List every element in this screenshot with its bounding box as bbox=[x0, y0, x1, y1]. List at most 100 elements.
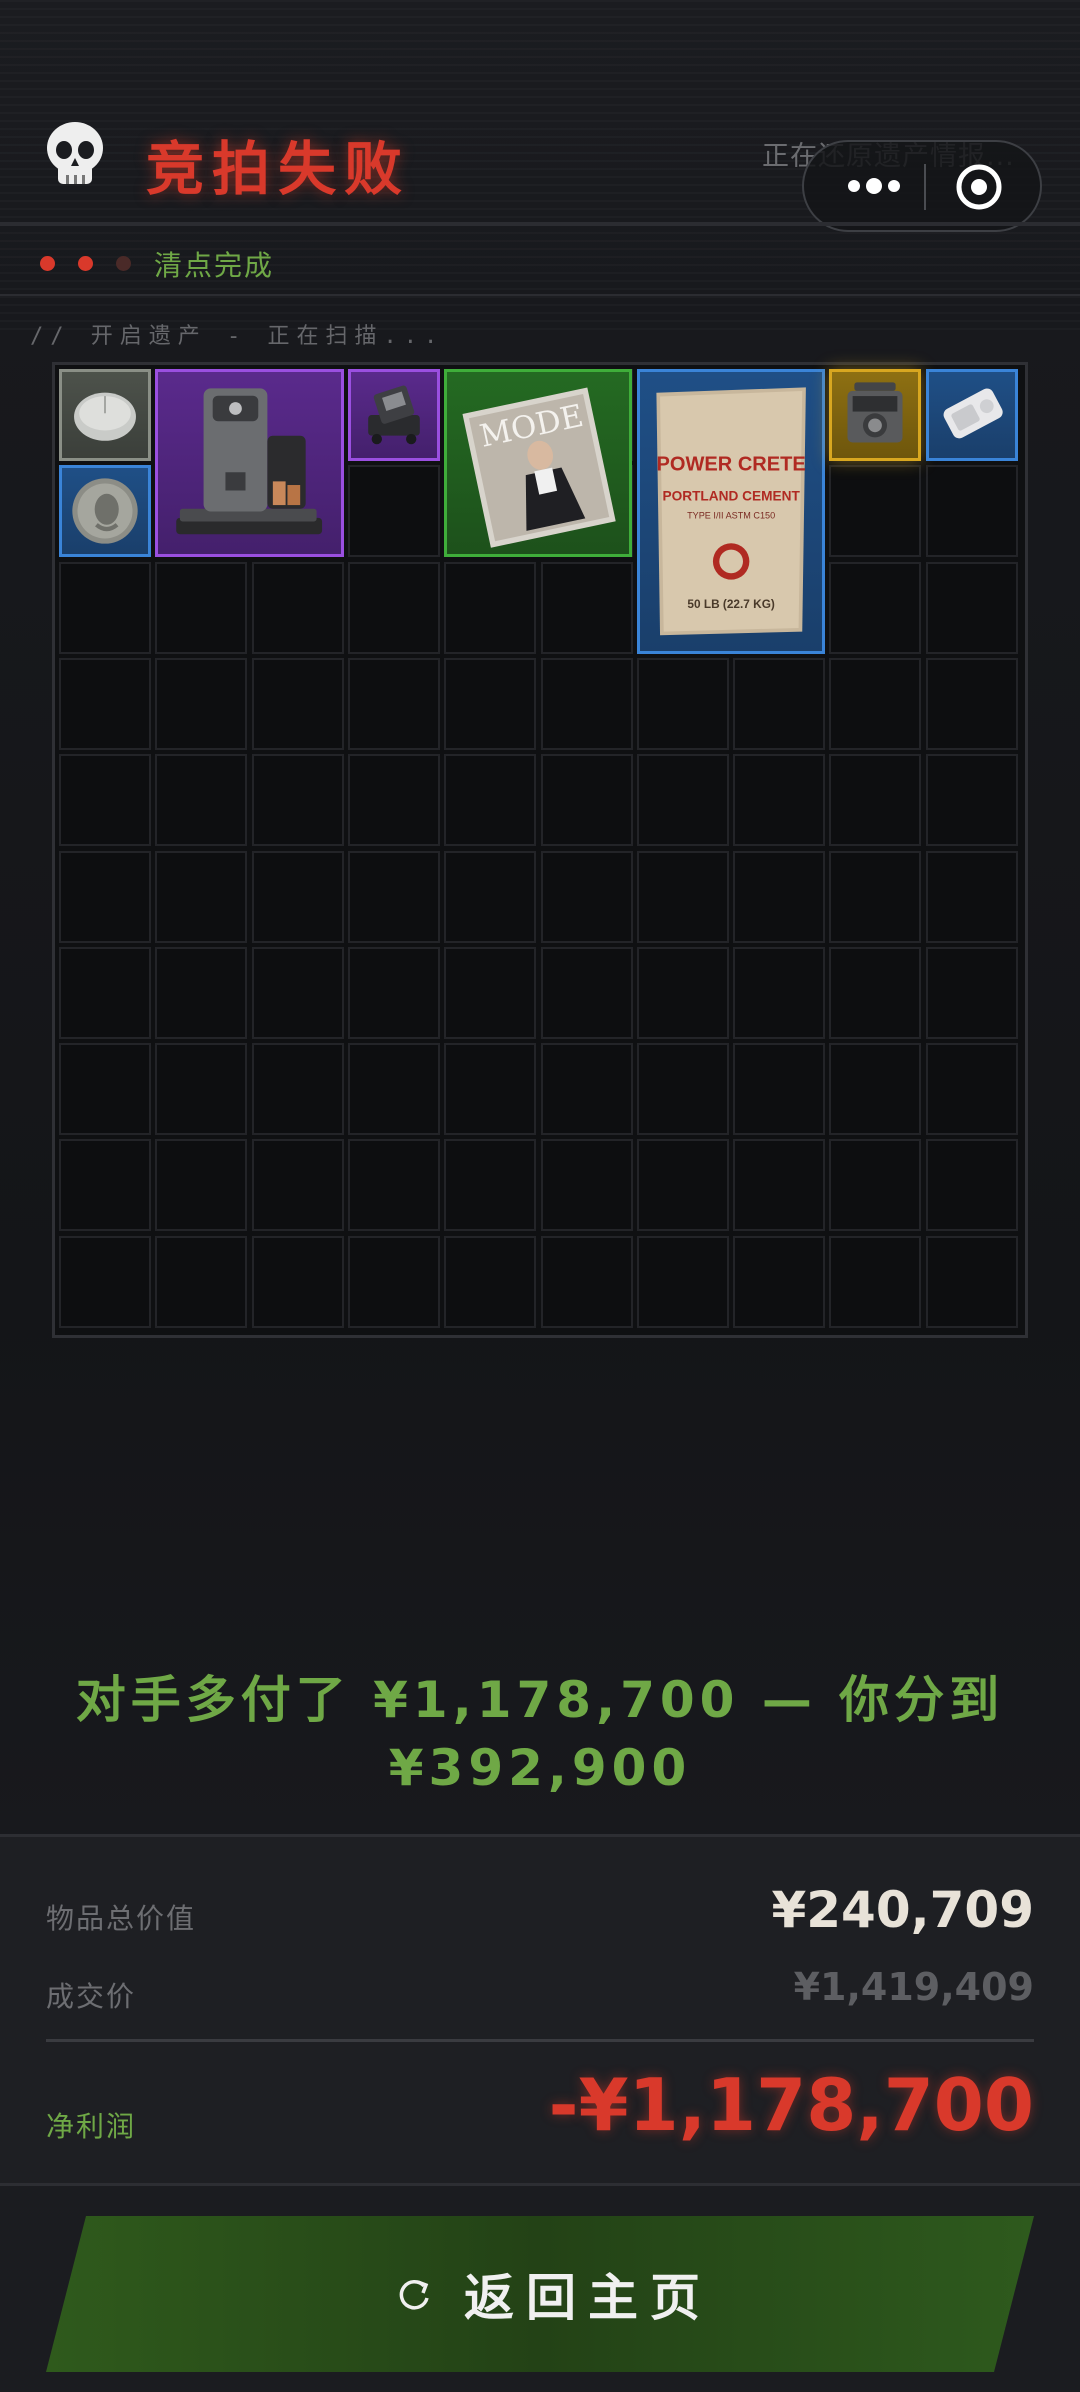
refresh-icon bbox=[399, 2280, 429, 2310]
grid-cell bbox=[540, 946, 633, 1039]
grid-cell bbox=[59, 850, 151, 943]
net-profit: -¥1,178,700 bbox=[548, 2063, 1034, 2147]
more-dots-icon[interactable] bbox=[832, 164, 916, 208]
grid-cell bbox=[829, 1139, 922, 1232]
grid-cell bbox=[925, 465, 1018, 558]
grid-cell bbox=[347, 1043, 440, 1136]
coffee-machine-icon bbox=[176, 388, 323, 535]
status-text: 清点完成 bbox=[154, 249, 275, 282]
grid-cell bbox=[733, 657, 826, 750]
summary-divider bbox=[46, 2039, 1034, 2042]
loot-item-gadget[interactable] bbox=[347, 369, 440, 461]
total-value-label: 物品总价值 bbox=[46, 1902, 197, 1935]
svg-text:TYPE I/II ASTM C150: TYPE I/II ASTM C150 bbox=[687, 511, 775, 521]
grid-cell bbox=[540, 1139, 633, 1232]
grid-cell bbox=[829, 754, 922, 847]
grid-cell bbox=[251, 1235, 344, 1328]
device-icon bbox=[943, 388, 1003, 439]
header-divider bbox=[0, 222, 1080, 226]
result-message: 对手多付了 ¥1,178,700 — 你分到 ¥392,900 bbox=[0, 1666, 1080, 1802]
grid-cell bbox=[155, 1139, 248, 1232]
grid-cell bbox=[829, 946, 922, 1039]
bottom-bar: 返回主页 bbox=[0, 2186, 1080, 2392]
status-divider bbox=[0, 294, 1080, 296]
grid-cell bbox=[444, 561, 537, 654]
grid-cell bbox=[59, 754, 151, 847]
magazine-icon: MODE bbox=[462, 387, 616, 548]
deal-price-label: 成交价 bbox=[46, 1980, 137, 2013]
grid-cell bbox=[925, 657, 1018, 750]
grid-cell bbox=[444, 1043, 537, 1136]
loot-item-radio[interactable] bbox=[829, 369, 922, 461]
loot-item-coffee-machine[interactable] bbox=[155, 369, 344, 558]
result-message-line2: ¥392,900 bbox=[388, 1739, 692, 1797]
grid-cell bbox=[636, 1139, 729, 1232]
grid-cell bbox=[155, 850, 248, 943]
grid-cell bbox=[251, 657, 344, 750]
scan-label: // 开启遗产 - 正在扫描... bbox=[30, 324, 445, 349]
grid-cell bbox=[347, 850, 440, 943]
grid-cell bbox=[251, 1139, 344, 1232]
gadget-icon bbox=[368, 385, 420, 445]
grid-cell bbox=[251, 561, 344, 654]
return-home-button[interactable]: 返回主页 bbox=[46, 2216, 1034, 2372]
grid-cell bbox=[829, 1235, 922, 1328]
grid-cell bbox=[251, 1043, 344, 1136]
grid-cell bbox=[540, 1043, 633, 1136]
grid-cell bbox=[59, 561, 151, 654]
loot-item-device[interactable] bbox=[925, 369, 1018, 461]
grid-cell bbox=[829, 850, 922, 943]
grid-cell bbox=[925, 946, 1018, 1039]
grid-cell bbox=[444, 850, 537, 943]
grid-cell bbox=[925, 1043, 1018, 1136]
grid-cell bbox=[59, 1043, 151, 1136]
grid-cell bbox=[347, 754, 440, 847]
mini-program-capsule bbox=[802, 140, 1042, 232]
grid-cell bbox=[733, 850, 826, 943]
grid-cell bbox=[347, 946, 440, 1039]
page-title: 竞拍失败 bbox=[146, 135, 411, 203]
status-dot-2 bbox=[78, 256, 93, 271]
grid-cell bbox=[733, 1235, 826, 1328]
radio-icon bbox=[847, 382, 903, 443]
grid-cell bbox=[636, 946, 729, 1039]
grid-cell bbox=[347, 561, 440, 654]
grid-cell bbox=[925, 1235, 1018, 1328]
grid-cell bbox=[155, 946, 248, 1039]
grid-cell bbox=[347, 657, 440, 750]
grid-cell bbox=[636, 1043, 729, 1136]
grid-cell bbox=[59, 1139, 151, 1232]
mouse-icon bbox=[74, 392, 136, 441]
grid-cell bbox=[444, 657, 537, 750]
capsule-divider bbox=[924, 164, 926, 210]
grid-cell bbox=[347, 465, 440, 558]
grid-cell bbox=[925, 754, 1018, 847]
grid-cell bbox=[829, 561, 922, 654]
target-icon[interactable] bbox=[954, 162, 1004, 212]
loot-item-coin[interactable] bbox=[59, 465, 151, 558]
grid-cell bbox=[636, 850, 729, 943]
grid-cell bbox=[540, 1235, 633, 1328]
grid-cell bbox=[925, 561, 1018, 654]
grid-cell bbox=[155, 1043, 248, 1136]
grid-cell bbox=[540, 561, 633, 654]
grid-cell bbox=[829, 465, 922, 558]
total-value: ¥240,709 bbox=[771, 1881, 1034, 1939]
svg-text:50 LB (22.7 KG): 50 LB (22.7 KG) bbox=[687, 597, 774, 611]
grid-cell bbox=[155, 561, 248, 654]
loot-item-magazine[interactable]: MODE bbox=[444, 369, 633, 558]
return-home-label: 返回主页 bbox=[464, 2269, 712, 2327]
grid-cell bbox=[59, 1235, 151, 1328]
grid-cell bbox=[347, 1139, 440, 1232]
grid-cell bbox=[636, 1235, 729, 1328]
loot-item-cement-bag[interactable]: POWER CRETE PORTLAND CEMENT TYPE I/II ASTM… bbox=[636, 369, 826, 654]
grid-cell bbox=[444, 946, 537, 1039]
grid-cell bbox=[444, 754, 537, 847]
grid-cell bbox=[155, 1235, 248, 1328]
grid-cell bbox=[636, 754, 729, 847]
loot-item-mouse[interactable] bbox=[59, 369, 151, 461]
grid-cell bbox=[733, 1139, 826, 1232]
status-dot-3 bbox=[116, 256, 131, 271]
cement-bag-icon: POWER CRETE PORTLAND CEMENT TYPE I/II ASTM… bbox=[656, 387, 806, 636]
grid-cell bbox=[59, 657, 151, 750]
